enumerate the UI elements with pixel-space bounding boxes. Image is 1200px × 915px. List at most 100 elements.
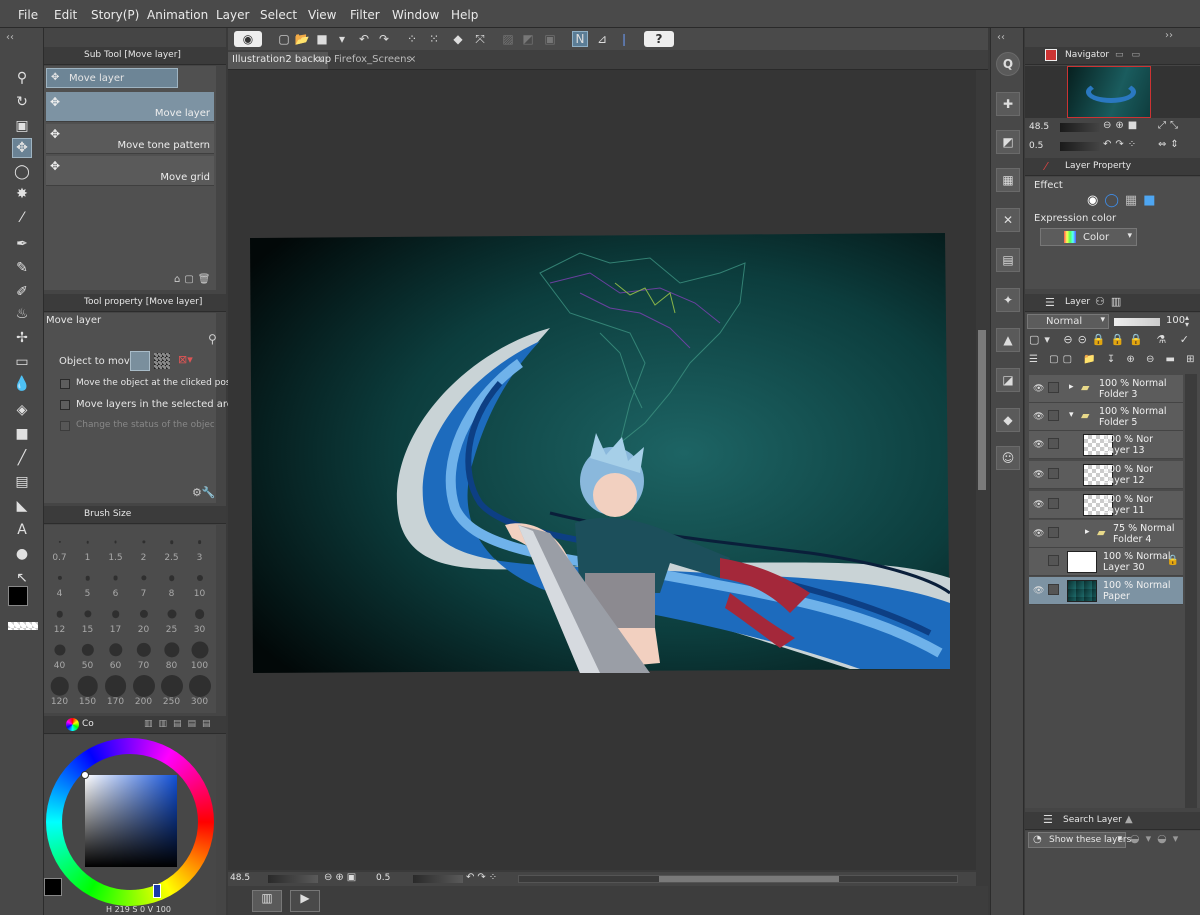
material-panel-6-icon[interactable]: ✦ — [996, 288, 1020, 312]
brush-size-cell[interactable]: 60 — [102, 638, 129, 673]
layer-edit-toggle[interactable] — [1048, 555, 1059, 566]
brush-size-cell[interactable]: 17 — [102, 602, 129, 637]
brush-size-cell[interactable]: 2 — [130, 530, 157, 565]
layer-row[interactable]: 👁 100 % Nor Layer 13 — [1029, 431, 1183, 459]
brush-size-cell[interactable]: 150 — [74, 674, 101, 709]
clear-icon[interactable]: ⁙ — [426, 31, 442, 47]
layer-edit-toggle[interactable] — [1048, 498, 1059, 509]
material-panel-7-icon[interactable]: ▲ — [996, 328, 1020, 352]
brush-size-cell[interactable]: 25 — [158, 602, 185, 637]
menu-view[interactable]: View — [308, 8, 336, 22]
brush-size-cell[interactable]: 30 — [186, 602, 213, 637]
menu-story[interactable]: Story(P) — [91, 8, 139, 22]
tone-object-icon[interactable] — [154, 353, 170, 369]
menu-animation[interactable]: Animation — [147, 8, 208, 22]
brush-size-cell[interactable]: 1 — [74, 530, 101, 565]
layer-row[interactable]: 👁 ▸ ▰ 100 % Normal Folder 3 — [1029, 375, 1183, 403]
brush-size-cell[interactable]: 7 — [130, 566, 157, 601]
brush-size-cell[interactable]: 3 — [186, 530, 213, 565]
layer-row[interactable]: 👁 ▸ ▰ 75 % Normal Folder 4 — [1029, 520, 1183, 548]
chevron-right-icon[interactable]: ▸ — [1085, 527, 1090, 537]
gradient-tool-icon[interactable]: ■ — [12, 424, 32, 444]
chevron-down-icon[interactable]: ▾ — [1069, 410, 1074, 420]
menu-file[interactable]: File — [18, 8, 38, 22]
open-file-icon[interactable]: 📂 — [294, 31, 310, 47]
layer-edit-toggle[interactable] — [1048, 410, 1059, 421]
brush-size-cell[interactable]: 5 — [74, 566, 101, 601]
layer-row[interactable]: 👁 ▾ ▰ 100 % Normal Folder 5 — [1029, 403, 1183, 431]
layer-row[interactable]: 100 % Normal Layer 30 🔒 — [1029, 548, 1183, 576]
navigator-zoom-slider[interactable] — [1060, 123, 1100, 132]
zoom-buttons-icon[interactable]: ⊖⊕▣ — [324, 872, 359, 883]
snap-grid-icon[interactable]: ❘ — [616, 31, 632, 47]
color-main-swatch[interactable] — [44, 878, 62, 896]
tab-illustration2[interactable]: Illustration2 backup — [228, 52, 331, 69]
brush-size-cell[interactable]: 20 — [130, 602, 157, 637]
option-status-checkbox[interactable] — [60, 421, 70, 431]
correct-line-tool-icon[interactable]: ↖ — [12, 568, 32, 588]
sub-tool-actions-icon[interactable]: ⌂▢🗑 — [174, 274, 215, 285]
visibility-eye-icon[interactable]: 👁 — [1033, 529, 1044, 539]
brush-size-cell[interactable]: 120 — [46, 674, 73, 709]
move-layer-tool-icon[interactable]: ✥ — [12, 138, 32, 158]
visibility-eye-icon[interactable]: 👁 — [1033, 500, 1044, 510]
brush-tool-icon[interactable]: ✐ — [12, 282, 32, 302]
chevron-right-icon[interactable]: ▸ — [1069, 382, 1074, 392]
material-panel-8-icon[interactable]: ◪ — [996, 368, 1020, 392]
material-panel-9-icon[interactable]: ◆ — [996, 408, 1020, 432]
snap-special-icon[interactable]: ⊿ — [594, 31, 610, 47]
navigator-preview[interactable] — [1025, 66, 1200, 118]
layer-row[interactable]: 👁 100 % Normal Paper — [1029, 577, 1183, 605]
sub-tool-item-move-grid[interactable]: ✥ Move grid — [46, 156, 214, 186]
pencil-tool-icon[interactable]: ✎ — [12, 258, 32, 278]
expression-color-dropdown[interactable]: Color ▾ — [1040, 228, 1137, 246]
lock-icon[interactable]: 🔒 — [1167, 555, 1179, 566]
collapse-right-icon[interactable]: ‹‹ — [997, 32, 1005, 43]
blend-tool-icon[interactable]: 💧 — [12, 374, 32, 394]
search-filter-buttons[interactable]: ◒▾◒▾ — [1130, 832, 1184, 845]
video-icon[interactable]: ▶ — [290, 890, 320, 912]
brush-size-cell[interactable]: 0.7 — [46, 530, 73, 565]
close-tab-icon[interactable]: × — [316, 54, 324, 65]
layer-edit-toggle[interactable] — [1048, 468, 1059, 479]
layer-edit-toggle[interactable] — [1048, 527, 1059, 538]
brush-size-cell[interactable]: 170 — [102, 674, 129, 709]
grid-object-icon[interactable]: ⊠▾ — [178, 353, 193, 366]
opacity-stepper[interactable]: ▴ ▾ — [1185, 314, 1189, 329]
search-icon[interactable]: ⚲ — [208, 332, 217, 346]
help-icon[interactable]: ? — [644, 31, 674, 47]
transparent-color-swatch[interactable] — [8, 622, 38, 630]
brush-size-cell[interactable]: 100 — [186, 638, 213, 673]
option-clicked-position-checkbox[interactable] — [60, 379, 70, 389]
operation-tool-icon[interactable]: ▣ — [12, 116, 32, 136]
brush-size-cell[interactable]: 250 — [158, 674, 185, 709]
layer-edit-toggle[interactable] — [1048, 382, 1059, 393]
brush-size-cell[interactable]: 15 — [74, 602, 101, 637]
navigator-zoom-buttons[interactable]: ⊖⊕■ — [1103, 120, 1141, 131]
navigator-rotate-slider[interactable] — [1060, 142, 1100, 151]
fill-icon[interactable]: ◆ — [450, 31, 466, 47]
artwork-canvas[interactable] — [250, 233, 950, 673]
material-panel-10-icon[interactable]: ☺ — [996, 446, 1020, 470]
brush-size-cell[interactable]: 10 — [186, 566, 213, 601]
selection2-icon[interactable]: ◩ — [520, 31, 536, 47]
menu-layer[interactable]: Layer — [216, 8, 249, 22]
option-selected-area-checkbox[interactable] — [60, 400, 70, 410]
layer-edit-toggle[interactable] — [1048, 584, 1059, 595]
close-tab-icon[interactable]: × — [408, 54, 416, 65]
brush-size-cell[interactable]: 12 — [46, 602, 73, 637]
tab-firefox-screenshot[interactable]: Firefox_Screensh — [330, 52, 410, 69]
layer-row[interactable]: 👁 100 % Nor Layer 12 — [1029, 461, 1183, 489]
opacity-slider[interactable] — [1114, 318, 1160, 326]
quick-access-icon[interactable]: Q — [996, 52, 1020, 76]
hue-picker-handle[interactable] — [153, 884, 161, 898]
horizontal-scrollbar[interactable] — [518, 875, 958, 883]
navigator-fit-buttons[interactable]: ⤢⤡ — [1158, 120, 1182, 131]
tool-settings-icon[interactable]: ⚙🔧 — [192, 486, 216, 499]
layer-panel-tabs-icon[interactable]: ⚇▥ — [1095, 295, 1127, 308]
selection-icon[interactable]: ▨ — [500, 31, 516, 47]
zoom-slider[interactable] — [268, 875, 318, 883]
brush-size-cell[interactable]: 200 — [130, 674, 157, 709]
visibility-eye-icon[interactable]: 👁 — [1033, 470, 1044, 480]
visibility-eye-icon[interactable]: 👁 — [1033, 586, 1044, 596]
